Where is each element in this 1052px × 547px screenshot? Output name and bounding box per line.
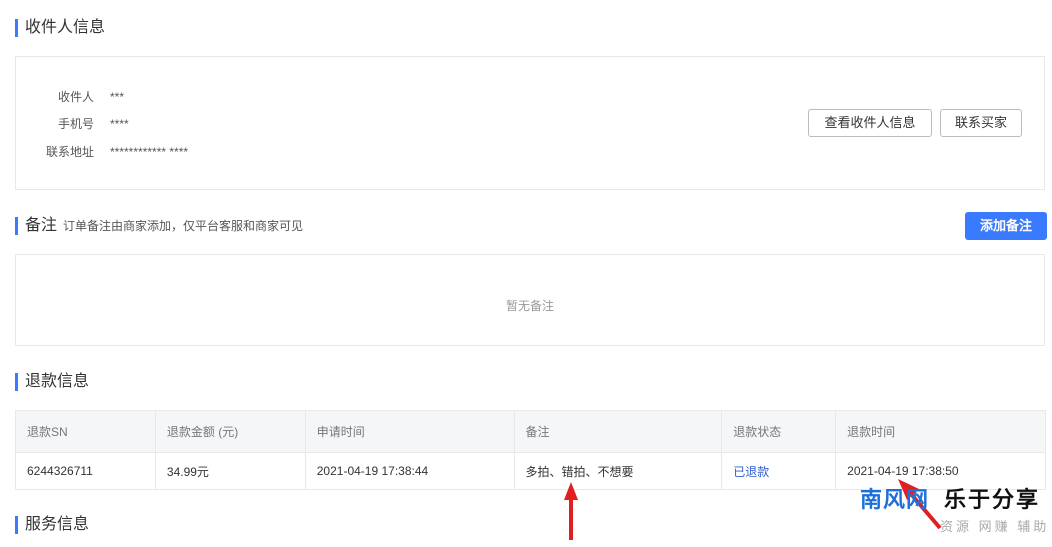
- annotation-arrows: [564, 479, 942, 540]
- watermark-logo: 南风网 乐于分享 资源 网赚 辅助: [860, 482, 1050, 542]
- watermark-brand: 南风网: [860, 487, 930, 512]
- up-arrow-icon: [564, 482, 578, 540]
- watermark-slogan: 乐于分享: [944, 487, 1041, 512]
- watermark-tagline: 资源 网赚 辅助: [940, 519, 1050, 534]
